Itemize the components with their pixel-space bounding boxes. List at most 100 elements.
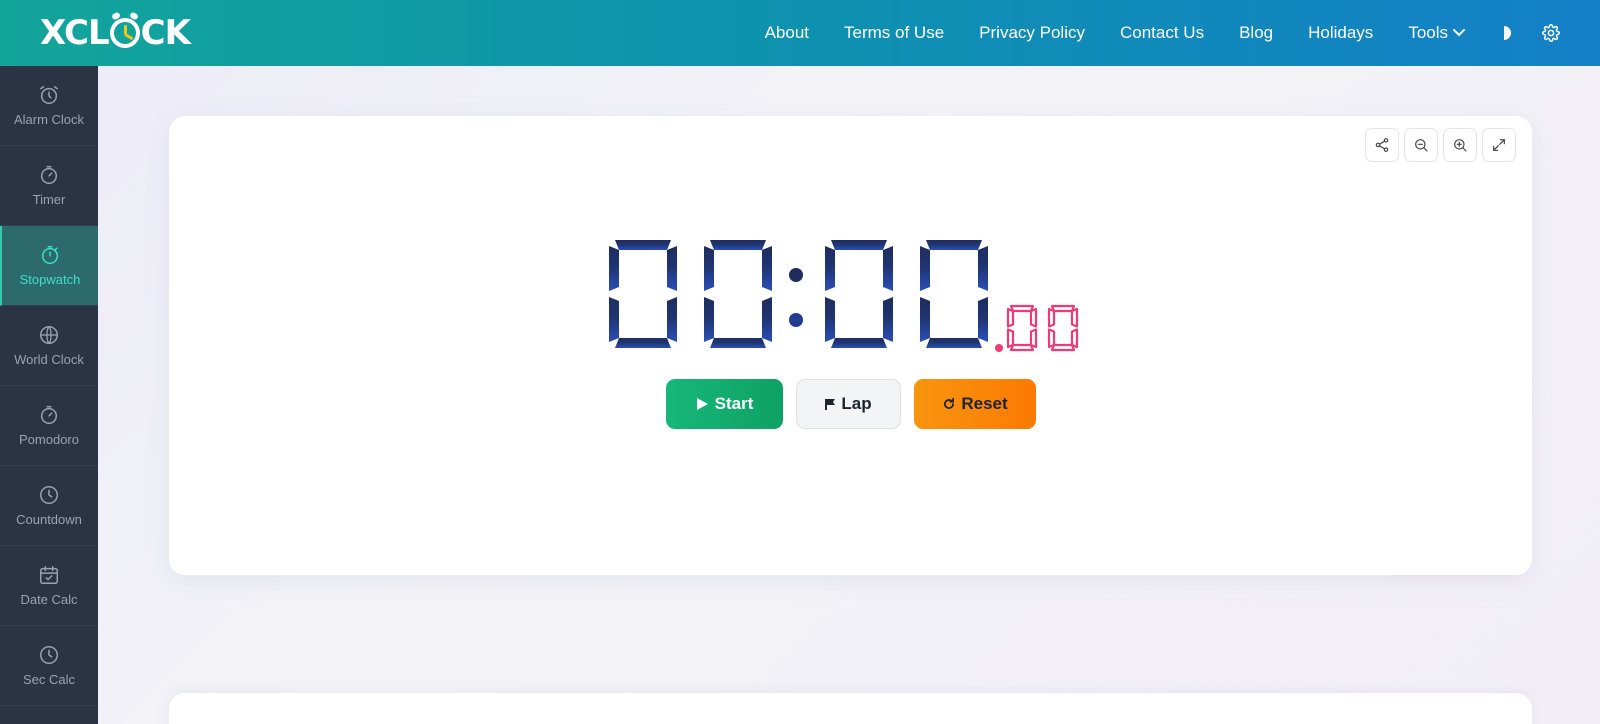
segment-b xyxy=(667,246,677,291)
segment-e xyxy=(1006,328,1015,349)
flag-icon xyxy=(825,398,836,410)
segment-d xyxy=(831,338,887,348)
hundredths-ones-digit xyxy=(1047,304,1079,352)
segment-f xyxy=(1006,307,1015,328)
segment-b xyxy=(1029,307,1038,328)
nav-about[interactable]: About xyxy=(765,23,809,43)
nav-tools-dropdown[interactable]: Tools xyxy=(1408,23,1466,43)
calendar-check-icon xyxy=(40,566,58,584)
segment-e xyxy=(1047,328,1056,349)
segment-b xyxy=(1070,307,1079,328)
globe-icon xyxy=(40,326,58,344)
segment-b xyxy=(883,246,893,291)
secondary-card xyxy=(169,693,1532,724)
decimal-point xyxy=(995,344,1003,352)
reset-icon xyxy=(944,397,955,409)
sidebar-item-label: World Clock xyxy=(14,352,84,367)
sidebar-item-world-clock[interactable]: World Clock xyxy=(0,306,98,386)
seconds-ones-digit xyxy=(920,240,988,348)
start-label: Start xyxy=(714,394,754,413)
sidebar-item-label: Date Calc xyxy=(20,592,78,607)
logo-clock-icon xyxy=(109,11,140,48)
segment-f xyxy=(1047,307,1056,328)
segment-a xyxy=(710,240,766,250)
play-icon xyxy=(696,398,708,410)
main-nav: About Terms of Use Privacy Policy Contac… xyxy=(765,0,1560,66)
segment-f xyxy=(920,246,930,291)
sidebar-item-label: Pomodoro xyxy=(19,432,79,447)
segment-b xyxy=(762,246,772,291)
sidebar-item-label: Timer xyxy=(32,192,66,207)
segment-c xyxy=(978,297,988,342)
segment-f xyxy=(825,246,835,291)
timer-icon xyxy=(40,166,58,184)
segment-a xyxy=(1009,304,1035,313)
lap-label: Lap xyxy=(841,394,872,413)
sidebar-item-label: Countdown xyxy=(16,512,82,527)
zoom-in-icon xyxy=(1454,139,1467,152)
reset-button[interactable]: Reset xyxy=(914,379,1036,429)
sidebar-item-label: Alarm Clock xyxy=(13,112,85,127)
share-button[interactable] xyxy=(1365,128,1399,162)
segment-c xyxy=(667,297,677,342)
nav-contact[interactable]: Contact Us xyxy=(1120,23,1204,43)
segment-d xyxy=(1009,343,1035,352)
segment-d xyxy=(1050,343,1076,352)
zoom-out-button[interactable] xyxy=(1404,128,1438,162)
seconds-tens-digit xyxy=(825,240,893,348)
segment-d xyxy=(615,338,671,348)
sidebar-item-label: Sec Calc xyxy=(22,672,76,687)
sidebar: Alarm Clock Timer Stopwatch World Clock … xyxy=(0,66,98,724)
zoom-out-icon xyxy=(1415,139,1428,152)
clock-icon xyxy=(40,646,58,664)
sidebar-item-sec-calc[interactable]: Sec Calc xyxy=(0,626,98,706)
segment-d xyxy=(710,338,766,348)
logo-text-ck: CK xyxy=(140,13,191,53)
nav-tools-label: Tools xyxy=(1408,23,1448,42)
lap-button[interactable]: Lap xyxy=(796,379,901,429)
minutes-ones-digit xyxy=(704,240,772,348)
sidebar-item-stopwatch[interactable]: Stopwatch xyxy=(0,226,98,306)
logo-text-xcl: XCL xyxy=(40,13,110,53)
stopwatch-icon xyxy=(41,246,59,264)
alarm-clock-icon xyxy=(40,86,58,104)
gear-icon[interactable] xyxy=(1542,24,1560,42)
nav-holidays[interactable]: Holidays xyxy=(1308,23,1373,43)
hundredths-tens-digit xyxy=(1006,304,1038,352)
segment-a xyxy=(926,240,982,250)
sidebar-item-countdown[interactable]: Countdown xyxy=(0,466,98,546)
reset-label: Reset xyxy=(961,394,1008,413)
minutes-tens-digit xyxy=(609,240,677,348)
segment-a xyxy=(1050,304,1076,313)
nav-blog[interactable]: Blog xyxy=(1239,23,1273,43)
segment-e xyxy=(825,297,835,342)
stopwatch-display xyxy=(609,240,1079,352)
segment-e xyxy=(920,297,930,342)
stopwatch-controls: Start Lap Reset xyxy=(666,379,1036,429)
fullscreen-button[interactable] xyxy=(1482,128,1516,162)
share-icon xyxy=(1375,138,1389,152)
pomodoro-icon xyxy=(40,406,58,424)
sidebar-item-label: Stopwatch xyxy=(19,272,81,287)
segment-e xyxy=(609,297,619,342)
segment-c xyxy=(762,297,772,342)
segment-e xyxy=(704,297,714,342)
sidebar-item-timer[interactable]: Timer xyxy=(0,146,98,226)
nav-privacy[interactable]: Privacy Policy xyxy=(979,23,1085,43)
segment-d xyxy=(926,338,982,348)
countdown-icon xyxy=(40,486,58,504)
contrast-icon[interactable] xyxy=(1496,25,1512,41)
sidebar-item-date-calc[interactable]: Date Calc xyxy=(0,546,98,626)
segment-f xyxy=(609,246,619,291)
segment-c xyxy=(883,297,893,342)
segment-a xyxy=(615,240,671,250)
zoom-in-button[interactable] xyxy=(1443,128,1477,162)
sidebar-item-alarm-clock[interactable]: Alarm Clock xyxy=(0,66,98,146)
segment-a xyxy=(831,240,887,250)
colon-separator xyxy=(789,268,803,327)
start-button[interactable]: Start xyxy=(666,379,783,429)
xclock-logo[interactable]: XCL CK xyxy=(40,11,191,53)
nav-terms[interactable]: Terms of Use xyxy=(844,23,944,43)
segment-b xyxy=(978,246,988,291)
sidebar-item-pomodoro[interactable]: Pomodoro xyxy=(0,386,98,466)
